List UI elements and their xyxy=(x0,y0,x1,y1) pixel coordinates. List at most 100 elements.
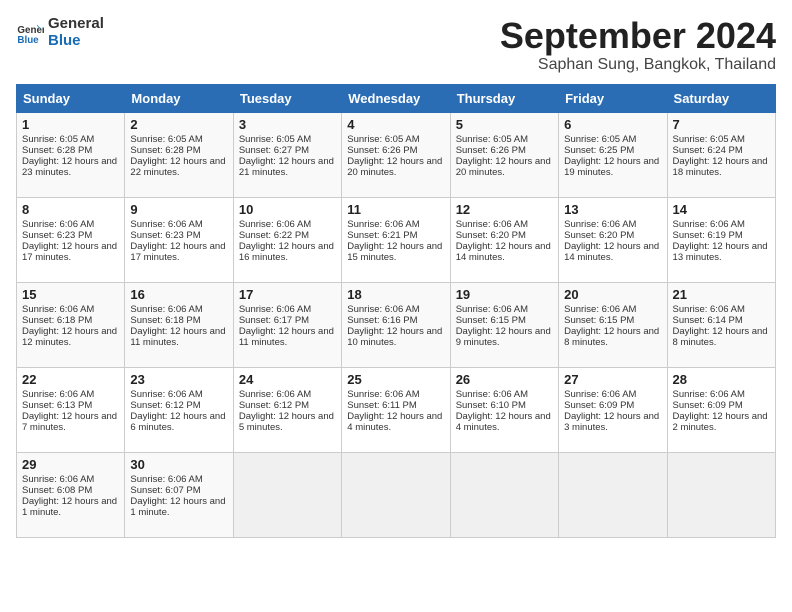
sunset: Sunset: 6:18 PM xyxy=(130,315,200,326)
daylight: Daylight: 12 hours and 6 minutes. xyxy=(130,411,225,433)
sunset: Sunset: 6:12 PM xyxy=(239,400,309,411)
logo-blue: Blue xyxy=(48,33,104,50)
day-number: 20 xyxy=(564,287,661,302)
sunrise: Sunrise: 6:06 AM xyxy=(239,389,311,400)
sunset: Sunset: 6:15 PM xyxy=(564,315,634,326)
daylight: Daylight: 12 hours and 7 minutes. xyxy=(22,411,117,433)
daylight: Daylight: 12 hours and 11 minutes. xyxy=(239,326,334,348)
daylight: Daylight: 12 hours and 14 minutes. xyxy=(564,241,659,263)
calendar-day-30: 30 Sunrise: 6:06 AM Sunset: 6:07 PM Dayl… xyxy=(125,452,233,537)
sunset: Sunset: 6:20 PM xyxy=(456,230,526,241)
day-number: 18 xyxy=(347,287,444,302)
day-number: 14 xyxy=(673,202,770,217)
day-number: 6 xyxy=(564,117,661,132)
calendar-day-3: 3 Sunrise: 6:05 AM Sunset: 6:27 PM Dayli… xyxy=(233,112,341,197)
daylight: Daylight: 12 hours and 2 minutes. xyxy=(673,411,768,433)
sunset: Sunset: 6:21 PM xyxy=(347,230,417,241)
daylight: Daylight: 12 hours and 17 minutes. xyxy=(22,241,117,263)
sunset: Sunset: 6:15 PM xyxy=(456,315,526,326)
day-number: 1 xyxy=(22,117,119,132)
calendar-day-4: 4 Sunrise: 6:05 AM Sunset: 6:26 PM Dayli… xyxy=(342,112,450,197)
empty-cell xyxy=(667,452,775,537)
title-area: September 2024 Saphan Sung, Bangkok, Tha… xyxy=(500,16,776,74)
sunset: Sunset: 6:28 PM xyxy=(130,145,200,156)
calendar-body: 1 Sunrise: 6:05 AM Sunset: 6:28 PM Dayli… xyxy=(17,112,776,537)
sunset: Sunset: 6:07 PM xyxy=(130,485,200,496)
daylight: Daylight: 12 hours and 13 minutes. xyxy=(673,241,768,263)
day-number: 12 xyxy=(456,202,553,217)
sunrise: Sunrise: 6:05 AM xyxy=(564,134,636,145)
calendar-day-13: 13 Sunrise: 6:06 AM Sunset: 6:20 PM Dayl… xyxy=(559,197,667,282)
sunrise: Sunrise: 6:06 AM xyxy=(130,389,202,400)
calendar-day-5: 5 Sunrise: 6:05 AM Sunset: 6:26 PM Dayli… xyxy=(450,112,558,197)
sunrise: Sunrise: 6:06 AM xyxy=(456,389,528,400)
day-number: 17 xyxy=(239,287,336,302)
calendar-day-24: 24 Sunrise: 6:06 AM Sunset: 6:12 PM Dayl… xyxy=(233,367,341,452)
day-number: 22 xyxy=(22,372,119,387)
sunrise: Sunrise: 6:06 AM xyxy=(22,389,94,400)
sunset: Sunset: 6:08 PM xyxy=(22,485,92,496)
sunset: Sunset: 6:10 PM xyxy=(456,400,526,411)
empty-cell xyxy=(342,452,450,537)
sunset: Sunset: 6:14 PM xyxy=(673,315,743,326)
sunrise: Sunrise: 6:06 AM xyxy=(239,304,311,315)
sunrise: Sunrise: 6:06 AM xyxy=(456,219,528,230)
sunset: Sunset: 6:22 PM xyxy=(239,230,309,241)
daylight: Daylight: 12 hours and 3 minutes. xyxy=(564,411,659,433)
calendar-day-1: 1 Sunrise: 6:05 AM Sunset: 6:28 PM Dayli… xyxy=(17,112,125,197)
sunset: Sunset: 6:24 PM xyxy=(673,145,743,156)
sunset: Sunset: 6:28 PM xyxy=(22,145,92,156)
daylight: Daylight: 12 hours and 20 minutes. xyxy=(456,156,551,178)
sunrise: Sunrise: 6:06 AM xyxy=(347,219,419,230)
sunset: Sunset: 6:12 PM xyxy=(130,400,200,411)
column-header-saturday: Saturday xyxy=(667,84,775,112)
calendar-day-21: 21 Sunrise: 6:06 AM Sunset: 6:14 PM Dayl… xyxy=(667,282,775,367)
page-header: General Blue General Blue September 2024… xyxy=(16,16,776,74)
daylight: Daylight: 12 hours and 11 minutes. xyxy=(130,326,225,348)
day-number: 16 xyxy=(130,287,227,302)
calendar-day-14: 14 Sunrise: 6:06 AM Sunset: 6:19 PM Dayl… xyxy=(667,197,775,282)
calendar-day-12: 12 Sunrise: 6:06 AM Sunset: 6:20 PM Dayl… xyxy=(450,197,558,282)
calendar-day-25: 25 Sunrise: 6:06 AM Sunset: 6:11 PM Dayl… xyxy=(342,367,450,452)
day-number: 15 xyxy=(22,287,119,302)
sunset: Sunset: 6:19 PM xyxy=(673,230,743,241)
day-number: 30 xyxy=(130,457,227,472)
sunset: Sunset: 6:11 PM xyxy=(347,400,417,411)
day-number: 2 xyxy=(130,117,227,132)
calendar-day-16: 16 Sunrise: 6:06 AM Sunset: 6:18 PM Dayl… xyxy=(125,282,233,367)
calendar-day-20: 20 Sunrise: 6:06 AM Sunset: 6:15 PM Dayl… xyxy=(559,282,667,367)
calendar-day-6: 6 Sunrise: 6:05 AM Sunset: 6:25 PM Dayli… xyxy=(559,112,667,197)
calendar-week-row: 8 Sunrise: 6:06 AM Sunset: 6:23 PM Dayli… xyxy=(17,197,776,282)
day-number: 13 xyxy=(564,202,661,217)
sunrise: Sunrise: 6:06 AM xyxy=(673,389,745,400)
sunrise: Sunrise: 6:06 AM xyxy=(130,219,202,230)
calendar-day-11: 11 Sunrise: 6:06 AM Sunset: 6:21 PM Dayl… xyxy=(342,197,450,282)
day-number: 27 xyxy=(564,372,661,387)
day-number: 29 xyxy=(22,457,119,472)
empty-cell xyxy=(559,452,667,537)
sunset: Sunset: 6:26 PM xyxy=(456,145,526,156)
sunrise: Sunrise: 6:06 AM xyxy=(673,219,745,230)
sunrise: Sunrise: 6:05 AM xyxy=(347,134,419,145)
daylight: Daylight: 12 hours and 10 minutes. xyxy=(347,326,442,348)
day-number: 5 xyxy=(456,117,553,132)
day-number: 25 xyxy=(347,372,444,387)
calendar-day-15: 15 Sunrise: 6:06 AM Sunset: 6:18 PM Dayl… xyxy=(17,282,125,367)
sunrise: Sunrise: 6:06 AM xyxy=(239,219,311,230)
daylight: Daylight: 12 hours and 18 minutes. xyxy=(673,156,768,178)
calendar-day-22: 22 Sunrise: 6:06 AM Sunset: 6:13 PM Dayl… xyxy=(17,367,125,452)
column-header-tuesday: Tuesday xyxy=(233,84,341,112)
calendar-day-23: 23 Sunrise: 6:06 AM Sunset: 6:12 PM Dayl… xyxy=(125,367,233,452)
sunrise: Sunrise: 6:06 AM xyxy=(347,304,419,315)
day-number: 26 xyxy=(456,372,553,387)
svg-text:Blue: Blue xyxy=(17,34,39,45)
daylight: Daylight: 12 hours and 20 minutes. xyxy=(347,156,442,178)
sunrise: Sunrise: 6:06 AM xyxy=(564,304,636,315)
daylight: Daylight: 12 hours and 1 minute. xyxy=(22,496,117,518)
daylight: Daylight: 12 hours and 5 minutes. xyxy=(239,411,334,433)
calendar-day-2: 2 Sunrise: 6:05 AM Sunset: 6:28 PM Dayli… xyxy=(125,112,233,197)
day-number: 3 xyxy=(239,117,336,132)
calendar-header-row: SundayMondayTuesdayWednesdayThursdayFrid… xyxy=(17,84,776,112)
calendar-day-26: 26 Sunrise: 6:06 AM Sunset: 6:10 PM Dayl… xyxy=(450,367,558,452)
day-number: 11 xyxy=(347,202,444,217)
